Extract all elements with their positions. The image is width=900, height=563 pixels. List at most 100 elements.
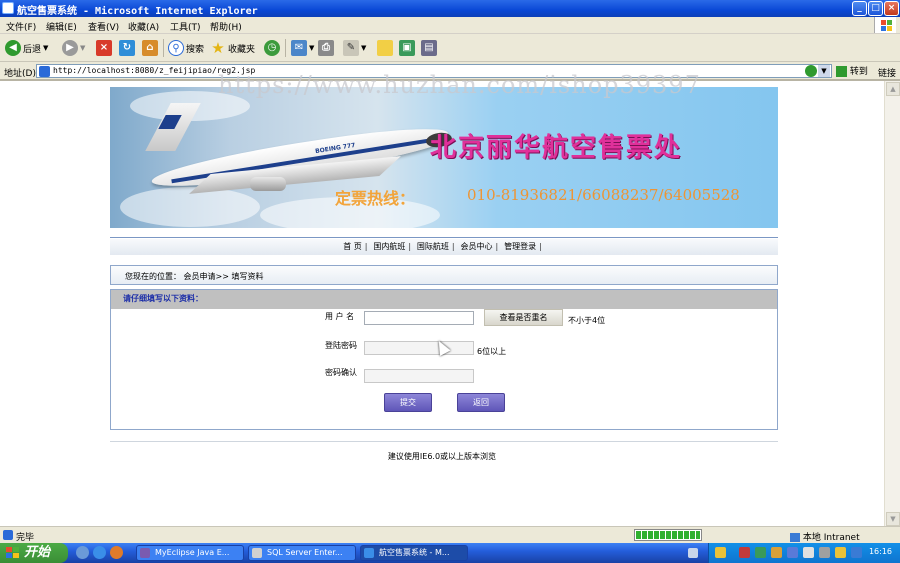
nav-separator: | — [539, 242, 542, 251]
intranet-icon — [790, 533, 800, 542]
plane-engine — [250, 177, 286, 191]
note-icon — [377, 40, 393, 56]
print-button[interactable]: ⎙ — [318, 38, 334, 58]
edit-icon: ✎ — [343, 40, 359, 56]
toolbar-separator — [163, 39, 164, 57]
search-button[interactable]: ⚲ 搜索 — [168, 38, 204, 58]
page-viewport: BOEING 777 北京丽华航空售票处 定票热线： 010-81936821/… — [0, 71, 900, 527]
status-text: 完毕 — [16, 533, 35, 543]
confirm-password-input[interactable] — [364, 369, 474, 383]
tray-update-icon[interactable] — [851, 547, 862, 558]
nav-domestic-link[interactable]: 国内航班 — [373, 242, 405, 251]
firefox-quicklaunch-icon[interactable] — [110, 546, 123, 559]
refresh-button[interactable]: ↻ — [119, 38, 135, 58]
menu-file[interactable]: 文件(F) — [6, 20, 36, 33]
close-button[interactable]: × — [884, 1, 899, 16]
sqlserver-icon — [252, 548, 262, 558]
nav-separator: | — [408, 242, 412, 251]
back-button[interactable]: ◀ 后退 ▼ — [5, 38, 48, 58]
edit-button[interactable]: ✎ ▼ — [343, 38, 366, 58]
taskbar-item-myeclipse[interactable]: MyEclipse Java E... — [136, 545, 244, 561]
nav-admin-link[interactable]: 管理登录 — [504, 242, 536, 251]
menu-bar: 文件(F) 编辑(E) 查看(V) 收藏(A) 工具(T) 帮助(H) — [0, 17, 900, 34]
forward-dropdown-icon: ▼ — [80, 44, 86, 52]
window-title-bar[interactable]: 航空售票系统 - Microsoft Internet Explorer _ □… — [0, 0, 900, 17]
mail-icon: ✉ — [291, 40, 307, 56]
start-label: 开始 — [24, 545, 51, 560]
zone-label: 本地 Intranet — [802, 533, 860, 543]
nav-divider — [110, 237, 778, 238]
security-zone: 本地 Intranet — [790, 530, 860, 543]
tray-monitor-icon[interactable] — [787, 547, 798, 558]
go-button[interactable]: 转到 — [836, 64, 868, 77]
back-dropdown-icon: ▼ — [43, 44, 49, 52]
stop-icon: × — [96, 40, 112, 56]
tray-network-icon[interactable] — [715, 547, 726, 558]
print-icon: ⎙ — [318, 40, 334, 56]
edit-dropdown-icon: ▼ — [361, 44, 367, 52]
start-button[interactable]: 开始 — [0, 543, 68, 563]
nav-member-link[interactable]: 会员中心 — [461, 242, 493, 251]
password-input[interactable] — [364, 341, 474, 355]
submit-button[interactable]: 提交 — [384, 393, 432, 412]
tray-volume-icon[interactable] — [755, 547, 766, 558]
forward-button[interactable]: ▶ ▼ — [62, 38, 85, 58]
toolbar: ◀ 后退 ▼ ▶ ▼ × ↻ ⌂ ⚲ 搜索 ★ 收藏夹 ◷ ✉ ▼ ⎙ ✎ ▼ ▣ … — [0, 34, 900, 62]
menu-tools[interactable]: 工具(T) — [170, 20, 201, 33]
menu-help[interactable]: 帮助(H) — [210, 20, 242, 33]
address-label: 地址(D) — [4, 69, 36, 79]
links-button[interactable]: 链接 — [878, 66, 896, 79]
scroll-down-icon[interactable]: ▼ — [886, 512, 900, 526]
mail-dropdown-icon: ▼ — [309, 44, 315, 52]
menu-favorites[interactable]: 收藏(A) — [128, 20, 159, 33]
research-button[interactable]: ▤ — [421, 38, 437, 58]
back-page-button[interactable]: 返回 — [457, 393, 505, 412]
discuss-button[interactable] — [377, 38, 393, 58]
menu-edit[interactable]: 编辑(E) — [46, 20, 77, 33]
favorites-button[interactable]: ★ 收藏夹 — [210, 38, 255, 58]
show-desktop-icon[interactable] — [76, 546, 89, 559]
system-tray: 16:16 — [708, 543, 900, 563]
maximize-button[interactable]: □ — [868, 1, 883, 16]
stop-button[interactable]: × — [96, 38, 112, 58]
password-label: 登陆密码 — [325, 341, 357, 350]
minimize-button[interactable]: _ — [852, 1, 867, 16]
taskbar: 开始 MyEclipse Java E... SQL Server Enter.… — [0, 543, 900, 563]
nav-international-link[interactable]: 国际航班 — [417, 242, 449, 251]
form-header-text: 请仔细填写以下资料： — [123, 294, 203, 303]
menu-view[interactable]: 查看(V) — [88, 20, 119, 33]
address-dropdown-icon[interactable]: ▼ — [818, 65, 830, 77]
page-done-icon — [3, 530, 13, 540]
home-button[interactable]: ⌂ — [142, 38, 158, 58]
scroll-up-icon[interactable]: ▲ — [886, 82, 900, 96]
go-arrow-icon — [836, 66, 847, 77]
task-label: 航空售票系统 - M... — [379, 548, 450, 557]
go-label: 转到 — [849, 67, 868, 77]
home-icon: ⌂ — [142, 40, 158, 56]
tray-security-icon[interactable] — [739, 547, 750, 558]
nav-home-link[interactable]: 首 页 — [343, 242, 362, 251]
window-title: 航空售票系统 - Microsoft Internet Explorer — [17, 6, 258, 17]
tray-app-icon[interactable] — [771, 547, 782, 558]
taskbar-item-sqlserver[interactable]: SQL Server Enter... — [248, 545, 356, 561]
tray-shield-icon[interactable] — [835, 547, 846, 558]
username-input[interactable] — [364, 311, 474, 325]
nav-separator: | — [451, 242, 455, 251]
tray-sql-icon[interactable] — [819, 547, 830, 558]
tray-usb-icon[interactable] — [803, 547, 814, 558]
history-button[interactable]: ◷ — [264, 38, 280, 58]
back-label: 后退 — [23, 44, 42, 55]
forward-arrow-icon: ▶ — [62, 40, 78, 56]
password-hint: 6位以上 — [477, 347, 507, 356]
task-label: SQL Server Enter... — [267, 548, 343, 557]
taskbar-item-ie[interactable]: 航空售票系统 - M... — [360, 545, 468, 561]
myeclipse-icon — [140, 548, 150, 558]
check-username-button[interactable]: 查看是否重名 — [484, 309, 563, 326]
mail-button[interactable]: ✉ ▼ — [291, 38, 314, 58]
vertical-scrollbar[interactable]: ▲ ▼ — [884, 81, 900, 527]
language-bar-icon[interactable] — [688, 548, 698, 558]
history-icon: ◷ — [264, 40, 280, 56]
ie-quicklaunch-icon[interactable] — [93, 546, 106, 559]
hotline-number: 010-81936821/66088237/64005528 — [467, 186, 740, 204]
media-button[interactable]: ▣ — [399, 38, 415, 58]
